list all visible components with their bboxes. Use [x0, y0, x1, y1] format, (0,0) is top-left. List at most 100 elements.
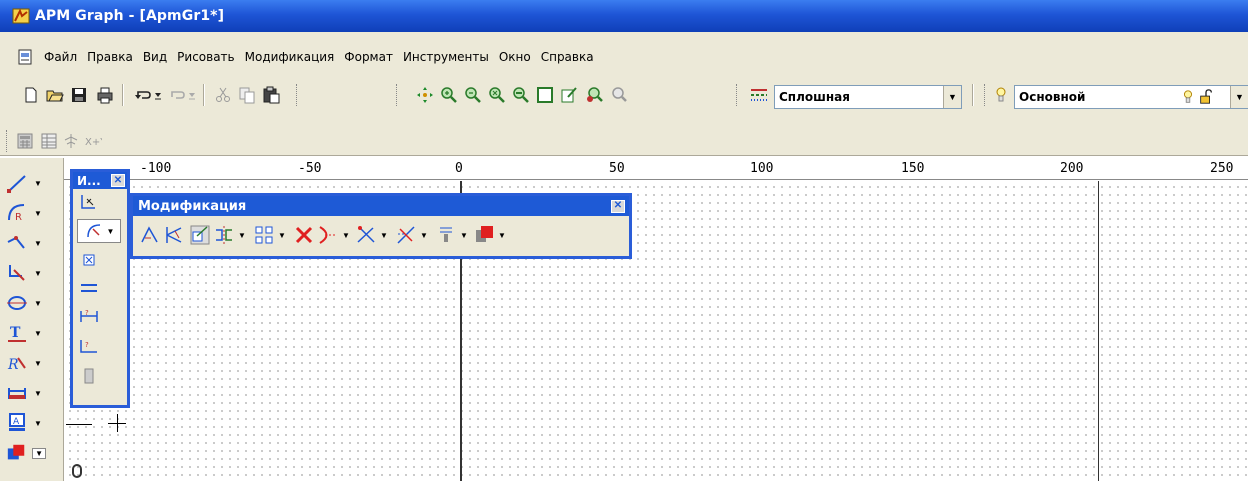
toolbar-separator: [122, 84, 124, 106]
modify-floating-panel[interactable]: Модификация ✕ ▼ ▼ ▼ ▼ ▼ ▼ ▼: [130, 193, 632, 259]
chevron-down-icon[interactable]: ▼: [1230, 86, 1248, 108]
arc-tool-button[interactable]: R ▼: [6, 200, 46, 226]
document-icon[interactable]: [17, 49, 33, 65]
paste-icon[interactable]: [260, 84, 282, 106]
fill-tool-button[interactable]: ▼: [6, 440, 46, 466]
properties-icon[interactable]: [558, 84, 580, 106]
toolbar-grip[interactable]: [396, 84, 399, 106]
trim-tool-button[interactable]: ▼: [6, 260, 46, 286]
linear-dimension-icon: [8, 388, 26, 399]
panel-header[interactable]: Модификация ✕: [133, 196, 629, 216]
table-icon[interactable]: [38, 130, 60, 152]
svg-text:A: A: [13, 417, 20, 427]
split-button[interactable]: [163, 222, 185, 248]
close-icon[interactable]: ✕: [111, 174, 125, 187]
pan-icon[interactable]: [414, 84, 436, 106]
zoom-previous-icon[interactable]: [510, 84, 532, 106]
array-button[interactable]: ▼: [253, 222, 286, 248]
dimension-radius-button[interactable]: R ▼: [6, 350, 46, 376]
menu-edit[interactable]: Правка: [82, 50, 138, 64]
line-tool-button[interactable]: ▼: [6, 170, 46, 196]
menu-draw[interactable]: Рисовать: [172, 50, 239, 64]
ruler-label: 100: [750, 161, 774, 176]
panel-header[interactable]: И... ✕: [73, 172, 127, 189]
title-bar[interactable]: APM Graph - [ApmGr1*]: [0, 0, 1248, 32]
circle-tool-button[interactable]: ▼: [6, 290, 46, 316]
distance-button[interactable]: ?: [77, 304, 101, 328]
layer-value: Основной: [1019, 90, 1086, 104]
light-bulb-icon: [1184, 90, 1192, 103]
parallel-button[interactable]: [77, 276, 101, 300]
layer-tool-button[interactable]: [77, 364, 101, 388]
menu-window[interactable]: Окно: [494, 50, 536, 64]
horizontal-ruler: -100 -50 0 50 100 150 200 250: [64, 158, 1248, 180]
extend-icon: [319, 226, 336, 244]
undo-dropdown-icon[interactable]: [152, 84, 164, 106]
delete-button[interactable]: [293, 222, 315, 248]
mirror-button[interactable]: ▼: [213, 222, 246, 248]
arc-icon: R: [8, 204, 25, 223]
offset-button[interactable]: ▼: [435, 222, 468, 248]
undo-icon[interactable]: [132, 84, 154, 106]
dimension-linear-button[interactable]: ▼: [6, 380, 46, 406]
zoom-dynamic-icon[interactable]: [608, 84, 630, 106]
polyline-tool-button[interactable]: ▼: [6, 230, 46, 256]
menu-view[interactable]: Вид: [138, 50, 172, 64]
break-button[interactable]: ▼: [395, 222, 428, 248]
chevron-down-icon[interactable]: ▼: [943, 86, 961, 108]
toolbar-grip[interactable]: [6, 130, 9, 152]
scissors-icon: [357, 226, 375, 243]
trim-modify-button[interactable]: ▼: [355, 222, 388, 248]
ruler-label: 250: [1210, 161, 1234, 176]
save-icon[interactable]: [68, 84, 90, 106]
toolbar-grip[interactable]: [296, 84, 299, 106]
close-icon[interactable]: ✕: [611, 199, 625, 213]
text-tool-button[interactable]: T ▼: [6, 320, 46, 346]
tools-floating-panel[interactable]: И... ✕ ▼ ? ?: [70, 169, 130, 408]
block-tool-button[interactable]: A ▼: [6, 410, 46, 436]
function-icon[interactable]: X+Y: [82, 130, 104, 152]
redo-dropdown-icon[interactable]: [186, 84, 198, 106]
cut-icon[interactable]: [212, 84, 234, 106]
zoom-window-icon[interactable]: [486, 84, 508, 106]
extend-button[interactable]: ▼: [317, 222, 350, 248]
print-icon[interactable]: [94, 84, 116, 106]
angle-button[interactable]: ?: [77, 334, 101, 358]
layer-visibility-icon[interactable]: [990, 84, 1012, 106]
open-folder-icon[interactable]: [44, 84, 66, 106]
chamfer-button[interactable]: [139, 222, 161, 248]
tree-icon[interactable]: [60, 130, 82, 152]
calculator-icon[interactable]: [14, 130, 36, 152]
redo-icon[interactable]: [166, 84, 188, 106]
toolbar-grip[interactable]: [736, 84, 739, 106]
angle-icon: ?: [80, 340, 97, 353]
svg-text:?: ?: [85, 309, 89, 317]
zoom-out-icon[interactable]: [462, 84, 484, 106]
menu-tools[interactable]: Инструменты: [398, 50, 494, 64]
line-type-select[interactable]: Сплошная ▼: [774, 85, 962, 109]
block-icon: A: [9, 413, 25, 431]
menu-format[interactable]: Формат: [339, 50, 398, 64]
select-snap-button[interactable]: [77, 191, 101, 215]
ruler-label: 0: [455, 161, 463, 176]
line-icon: [7, 175, 26, 193]
layer-select[interactable]: Основной ▼: [1014, 85, 1248, 109]
snap-center-button[interactable]: [77, 248, 101, 272]
layer-flags: [1180, 89, 1230, 105]
scale-button[interactable]: [189, 222, 211, 248]
hatch-button[interactable]: ▼: [473, 222, 506, 248]
snap-mode-button[interactable]: ▼: [77, 219, 121, 243]
grid-line: [1098, 181, 1099, 481]
svg-text:X+Y: X+Y: [85, 137, 102, 148]
copy-icon[interactable]: [236, 84, 258, 106]
menu-modify[interactable]: Модификация: [240, 50, 340, 64]
menu-file[interactable]: Файл: [39, 50, 82, 64]
title-separator: [0, 32, 1248, 46]
zoom-in-icon[interactable]: [438, 84, 460, 106]
toolbar-grip[interactable]: [984, 84, 987, 106]
zoom-realtime-icon[interactable]: [584, 84, 606, 106]
zoom-extents-icon[interactable]: [534, 84, 556, 106]
line-type-value: Сплошная: [779, 90, 850, 104]
new-file-icon[interactable]: [20, 84, 42, 106]
menu-help[interactable]: Справка: [536, 50, 599, 64]
